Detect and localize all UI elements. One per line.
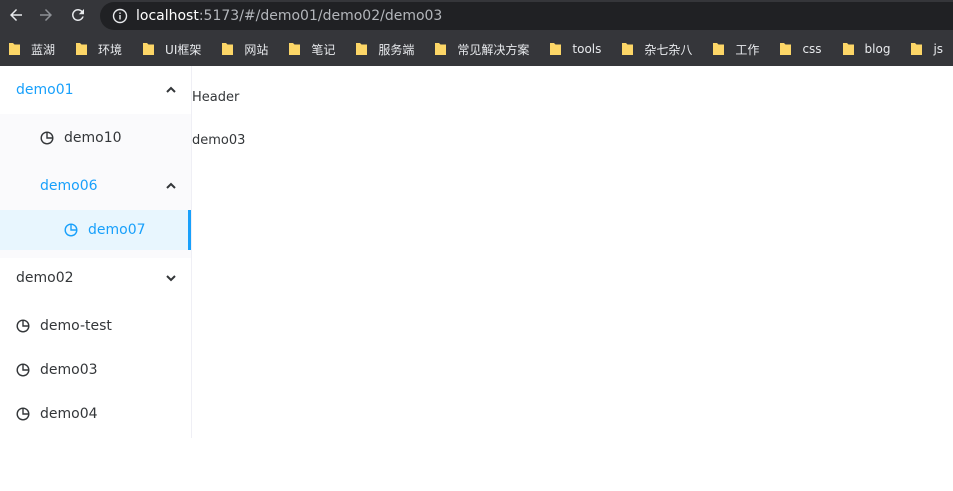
folder-icon bbox=[356, 43, 368, 55]
forward-button[interactable] bbox=[34, 3, 58, 27]
menu-item-demo02[interactable]: demo02 bbox=[0, 254, 191, 302]
folder-icon bbox=[222, 43, 234, 55]
main-content: Header demo03 bbox=[192, 66, 953, 491]
pie-chart-icon bbox=[64, 223, 78, 237]
bookmark-6[interactable]: 常见解决方案 bbox=[434, 37, 529, 61]
folder-icon bbox=[435, 43, 447, 55]
bookmark-5[interactable]: 服务端 bbox=[355, 37, 414, 61]
menu-item-demo10[interactable]: demo10 bbox=[0, 114, 191, 162]
bookmark-11[interactable]: blog bbox=[842, 37, 890, 61]
arrow-left-icon bbox=[10, 9, 22, 21]
bookmark-4[interactable]: 笔记 bbox=[288, 37, 335, 61]
folder-icon bbox=[911, 43, 923, 55]
menu-item-demo06[interactable]: demo06 bbox=[0, 162, 191, 210]
folder-icon bbox=[622, 43, 634, 55]
url-path: :5173/#/demo01/demo02/demo03 bbox=[198, 8, 443, 24]
folder-icon bbox=[842, 43, 854, 55]
bookmark-10[interactable]: css bbox=[779, 37, 822, 61]
menu-item-demo07[interactable]: demo07 bbox=[0, 210, 191, 250]
pie-chart-icon bbox=[16, 407, 30, 421]
back-button[interactable] bbox=[4, 3, 28, 27]
reload-icon bbox=[71, 8, 84, 21]
folder-icon bbox=[550, 43, 562, 55]
bookmark-9[interactable]: 工作 bbox=[712, 37, 759, 61]
folder-icon bbox=[780, 43, 792, 55]
folder-icon bbox=[289, 43, 301, 55]
url-host: localhost bbox=[136, 8, 199, 24]
sidebar-menu: demo01 demo10 demo06 demo07 demo02 demo-… bbox=[0, 66, 192, 438]
folder-icon bbox=[76, 43, 88, 55]
chevron-up-icon bbox=[166, 86, 176, 93]
bookmark-8[interactable]: 杂七杂八 bbox=[621, 37, 692, 61]
menu-item-demo04[interactable]: demo04 bbox=[0, 392, 191, 436]
bookmark-2[interactable]: UI框架 bbox=[142, 37, 201, 61]
pie-chart-icon bbox=[16, 319, 30, 333]
page-content: demo03 bbox=[192, 133, 246, 148]
bookmark-1[interactable]: 环境 bbox=[75, 37, 122, 61]
bookmark-12[interactable]: js bbox=[910, 37, 943, 61]
chevron-down-icon bbox=[166, 275, 176, 282]
folder-icon bbox=[713, 43, 725, 55]
bookmarks-bar: 蓝湖 环境 UI框架 网站 笔记 服务端 常见解决方案 tools 杂七杂八 工… bbox=[0, 32, 953, 66]
menu-item-demo01[interactable]: demo01 bbox=[0, 66, 191, 114]
info-icon[interactable] bbox=[112, 8, 128, 24]
pie-chart-icon bbox=[40, 131, 54, 145]
folder-icon bbox=[9, 43, 20, 55]
bookmark-3[interactable]: 网站 bbox=[221, 37, 268, 61]
bookmark-0[interactable]: 蓝湖 bbox=[8, 37, 55, 61]
menu-item-demo03[interactable]: demo03 bbox=[0, 348, 191, 392]
address-bar[interactable]: localhost:5173/#/demo01/demo02/demo03 bbox=[100, 2, 953, 30]
folder-icon bbox=[143, 43, 155, 55]
arrow-right-icon bbox=[40, 9, 52, 21]
reload-button[interactable] bbox=[66, 3, 90, 27]
chevron-up-icon bbox=[166, 182, 176, 189]
browser-toolbar: localhost:5173/#/demo01/demo02/demo03 bbox=[0, 0, 953, 32]
bookmark-7[interactable]: tools bbox=[549, 37, 601, 61]
selected-indicator bbox=[188, 210, 191, 250]
pie-chart-icon bbox=[16, 363, 30, 377]
page-header: Header bbox=[192, 90, 240, 105]
menu-item-demo-test[interactable]: demo-test bbox=[0, 304, 191, 348]
